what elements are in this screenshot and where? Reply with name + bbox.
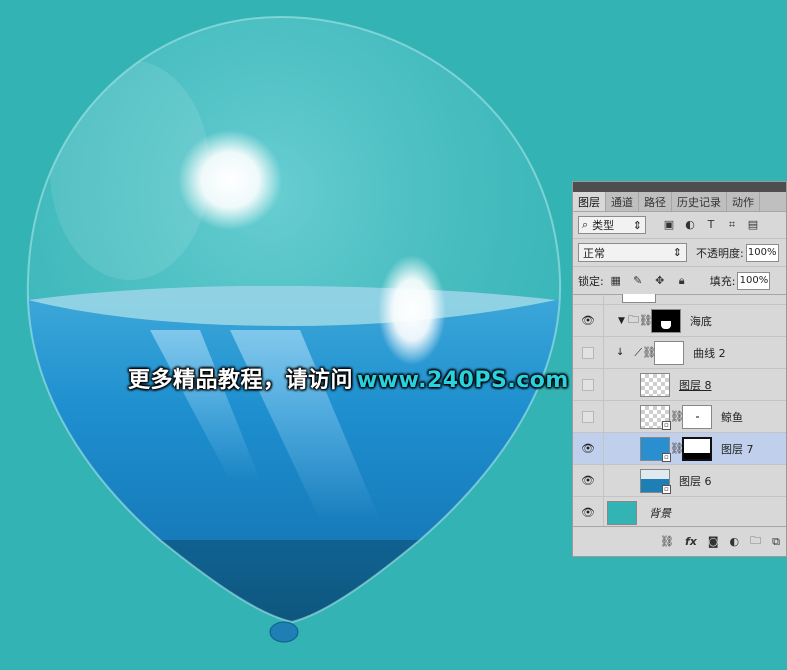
clip-arrow-icon: ↓ xyxy=(616,347,625,358)
blend-mode-value: 正常 xyxy=(583,246,605,260)
layer-row-8[interactable]: 图层 8 xyxy=(573,369,786,401)
layer-row-partial[interactable] xyxy=(573,293,786,305)
disclosure-triangle-icon[interactable]: ▼ xyxy=(618,316,625,326)
visibility-toggle[interactable]: 👁︎ xyxy=(573,497,604,527)
layer-thumbnail: ▫ xyxy=(640,436,671,462)
layer-mask-thumbnail[interactable] xyxy=(682,404,712,429)
blend-mode-select[interactable]: 正常 ⇕ xyxy=(578,243,687,262)
layer-row-background[interactable]: 👁︎ 背景 xyxy=(573,497,786,527)
visibility-toggle[interactable] xyxy=(573,401,604,432)
group-mask-thumbnail[interactable] xyxy=(650,308,681,333)
smart-object-icon: ▫ xyxy=(662,420,671,430)
lock-all-icon[interactable]: 🔒︎ xyxy=(676,274,688,287)
type-filter-icon[interactable]: T xyxy=(705,219,717,231)
layer-name[interactable]: 鲸鱼 xyxy=(721,409,743,425)
layer-mask-thumbnail[interactable] xyxy=(682,436,712,461)
fill-label: 填充: xyxy=(709,274,736,288)
folder-icon: 🗀︎ xyxy=(627,313,639,326)
layer-thumbnail: ▫ xyxy=(640,404,671,430)
shape-filter-icon[interactable]: ⌗ xyxy=(726,219,738,231)
eye-icon: 👁︎ xyxy=(581,506,595,519)
balloon xyxy=(27,17,561,622)
layer-thumbnail xyxy=(607,500,637,525)
layer-name[interactable]: 图层 8 xyxy=(679,377,712,393)
layer-thumbnail xyxy=(622,294,656,303)
tab-channels[interactable]: 通道 xyxy=(606,192,639,211)
layer-row-group[interactable]: 👁︎ ▼ 🗀︎ ⛓︎ 海底 xyxy=(573,305,786,337)
new-layer-icon[interactable]: ⧉ xyxy=(772,535,780,549)
filter-select[interactable]: ⌕ 类型 ⇕ xyxy=(578,216,646,234)
fill-input[interactable]: 100% xyxy=(737,271,771,290)
watermark-url: www.240PS.com xyxy=(357,368,569,393)
smart-object-icon: ▫ xyxy=(662,484,671,494)
panel-titlebar[interactable] xyxy=(573,182,786,192)
watermark: 更多精品教程，请访问 www.240PS.com xyxy=(128,362,569,394)
tab-paths[interactable]: 路径 xyxy=(639,192,672,211)
visibility-toggle[interactable]: 👁︎ xyxy=(573,305,604,336)
curves-adjustment-icon: ⟋ xyxy=(634,345,643,359)
lock-transparency-icon[interactable]: ▦ xyxy=(610,274,622,287)
search-icon: ⌕ xyxy=(582,218,589,231)
smart-object-icon: ▫ xyxy=(662,452,671,462)
visibility-toggle[interactable] xyxy=(573,293,604,304)
visibility-toggle[interactable] xyxy=(573,337,604,368)
link-icon: ⛓︎ xyxy=(670,410,684,423)
blend-row: 正常 ⇕ 不透明度: 100% xyxy=(573,239,786,267)
opacity-label: 不透明度: xyxy=(696,246,744,260)
smart-object-filter-icon[interactable]: ▤ xyxy=(747,219,759,231)
panel-tabs: 图层 通道 路径 历史记录 动作 xyxy=(573,192,786,212)
visibility-toggle[interactable] xyxy=(573,369,604,400)
layer-row-6[interactable]: 👁︎ ▫ 图层 6 xyxy=(573,465,786,497)
balloon-knot xyxy=(269,621,299,643)
layer-name[interactable]: 图层 7 xyxy=(721,441,754,457)
layer-mask-thumbnail[interactable] xyxy=(654,340,685,365)
fx-icon[interactable]: fx xyxy=(685,535,697,548)
eye-icon: 👁︎ xyxy=(581,474,595,487)
add-mask-icon[interactable]: ◙ xyxy=(708,535,719,548)
eye-icon: 👁︎ xyxy=(581,442,595,455)
layer-name[interactable]: 背景 xyxy=(649,505,671,521)
panel-footer: ⛓︎ fx ◙ ◐ 🗀︎ ⧉ xyxy=(573,526,786,556)
layer-thumbnail xyxy=(640,372,670,397)
filter-row: ⌕ 类型 ⇕ ▣ ◐ T ⌗ ▤ xyxy=(573,212,786,239)
layer-row-curves[interactable]: ↓ ⟋ ⛓︎ 曲线 2 xyxy=(573,337,786,369)
lock-label: 锁定: xyxy=(578,274,604,288)
watermark-text: 更多精品教程，请访问 xyxy=(128,368,354,393)
adjustment-filter-icon[interactable]: ◐ xyxy=(684,219,696,231)
layer-row-whale[interactable]: ▫ ⛓︎ 鲸鱼 xyxy=(573,401,786,433)
chevron-updown-icon: ⇕ xyxy=(632,218,642,232)
link-icon: ⛓︎ xyxy=(638,314,653,327)
layer-list: 👁︎ ▼ 🗀︎ ⛓︎ 海底 ↓ ⟋ ⛓︎ 曲线 2 图层 8 ▫ ⛓︎ 鲸鱼 👁… xyxy=(573,293,786,527)
link-icon: ⛓︎ xyxy=(670,442,684,455)
tab-history[interactable]: 历史记录 xyxy=(672,192,727,211)
new-adjustment-icon[interactable]: ◐ xyxy=(730,535,740,548)
lock-paint-icon[interactable]: ✎ xyxy=(632,274,644,287)
tab-layers[interactable]: 图层 xyxy=(573,192,606,211)
image-filter-icon[interactable]: ▣ xyxy=(663,219,675,231)
layer-name[interactable]: 曲线 2 xyxy=(693,345,726,361)
lock-row: 锁定: ▦ ✎ ✥ 🔒︎ 填充: 100% xyxy=(573,267,786,295)
filter-value: 类型 xyxy=(592,219,615,232)
new-group-icon[interactable]: 🗀︎ xyxy=(750,532,761,551)
layer-row-7-selected[interactable]: 👁︎ ▫ ⛓︎ 图层 7 xyxy=(573,433,786,465)
link-layers-icon[interactable]: ⛓︎ xyxy=(660,535,674,548)
chevron-updown-icon: ⇕ xyxy=(672,246,682,259)
link-icon: ⛓︎ xyxy=(642,346,657,359)
visibility-toggle[interactable]: 👁︎ xyxy=(573,433,604,464)
opacity-input[interactable]: 100% xyxy=(745,243,779,262)
eye-icon: 👁︎ xyxy=(581,314,595,327)
layer-name[interactable]: 图层 6 xyxy=(679,473,712,489)
visibility-toggle[interactable]: 👁︎ xyxy=(573,465,604,496)
lock-position-icon[interactable]: ✥ xyxy=(654,274,666,287)
layer-name[interactable]: 海底 xyxy=(690,313,712,329)
layer-thumbnail: ▫ xyxy=(640,468,671,494)
tab-actions[interactable]: 动作 xyxy=(727,192,760,211)
layers-panel: 图层 通道 路径 历史记录 动作 ⌕ 类型 ⇕ ▣ ◐ T ⌗ ▤ 正常 ⇕ 不… xyxy=(572,181,787,557)
